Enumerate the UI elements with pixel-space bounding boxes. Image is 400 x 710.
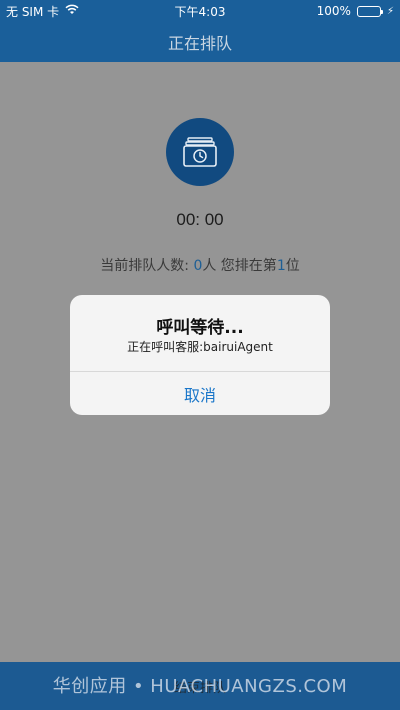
queue-position: 1 [276, 258, 286, 274]
dialog-title: 呼叫等待... [156, 318, 244, 338]
cancel-button[interactable]: 取消 [70, 372, 330, 415]
bottom-bar: 结束排队 华创应用 • HUACHUANGZS.COM [0, 662, 400, 710]
battery-icon [356, 5, 383, 17]
status-left: 无 SIM 卡 [6, 3, 79, 20]
queue-timer: 00: 00 [176, 210, 224, 229]
status-bar: 无 SIM 卡 下午4:03 100% ⚡ [0, 0, 400, 22]
end-queue-button[interactable]: 结束排队 [0, 662, 400, 710]
queue-clock-icon [166, 118, 234, 186]
nav-bar: 正在排队 [0, 22, 400, 62]
queue-info: 当前排队人数: 0人 您排在第1位 [0, 255, 400, 275]
dialog-message: 正在呼叫客服:bairuiAgent [127, 340, 273, 354]
page-title: 正在排队 [167, 34, 232, 53]
call-waiting-dialog: 呼叫等待... 正在呼叫客服:bairuiAgent 取消 [70, 295, 330, 415]
status-right: 100% ⚡ [317, 4, 394, 18]
queue-info-middle: 人 您排在第 [202, 258, 277, 274]
wifi-icon [65, 4, 79, 18]
charging-bolt-icon: ⚡ [386, 5, 394, 17]
queue-info-suffix: 位 [285, 258, 300, 274]
queue-info-prefix: 当前排队人数: [100, 258, 194, 274]
battery-percent: 100% [316, 4, 351, 18]
carrier-label: 无 SIM 卡 [6, 4, 60, 19]
